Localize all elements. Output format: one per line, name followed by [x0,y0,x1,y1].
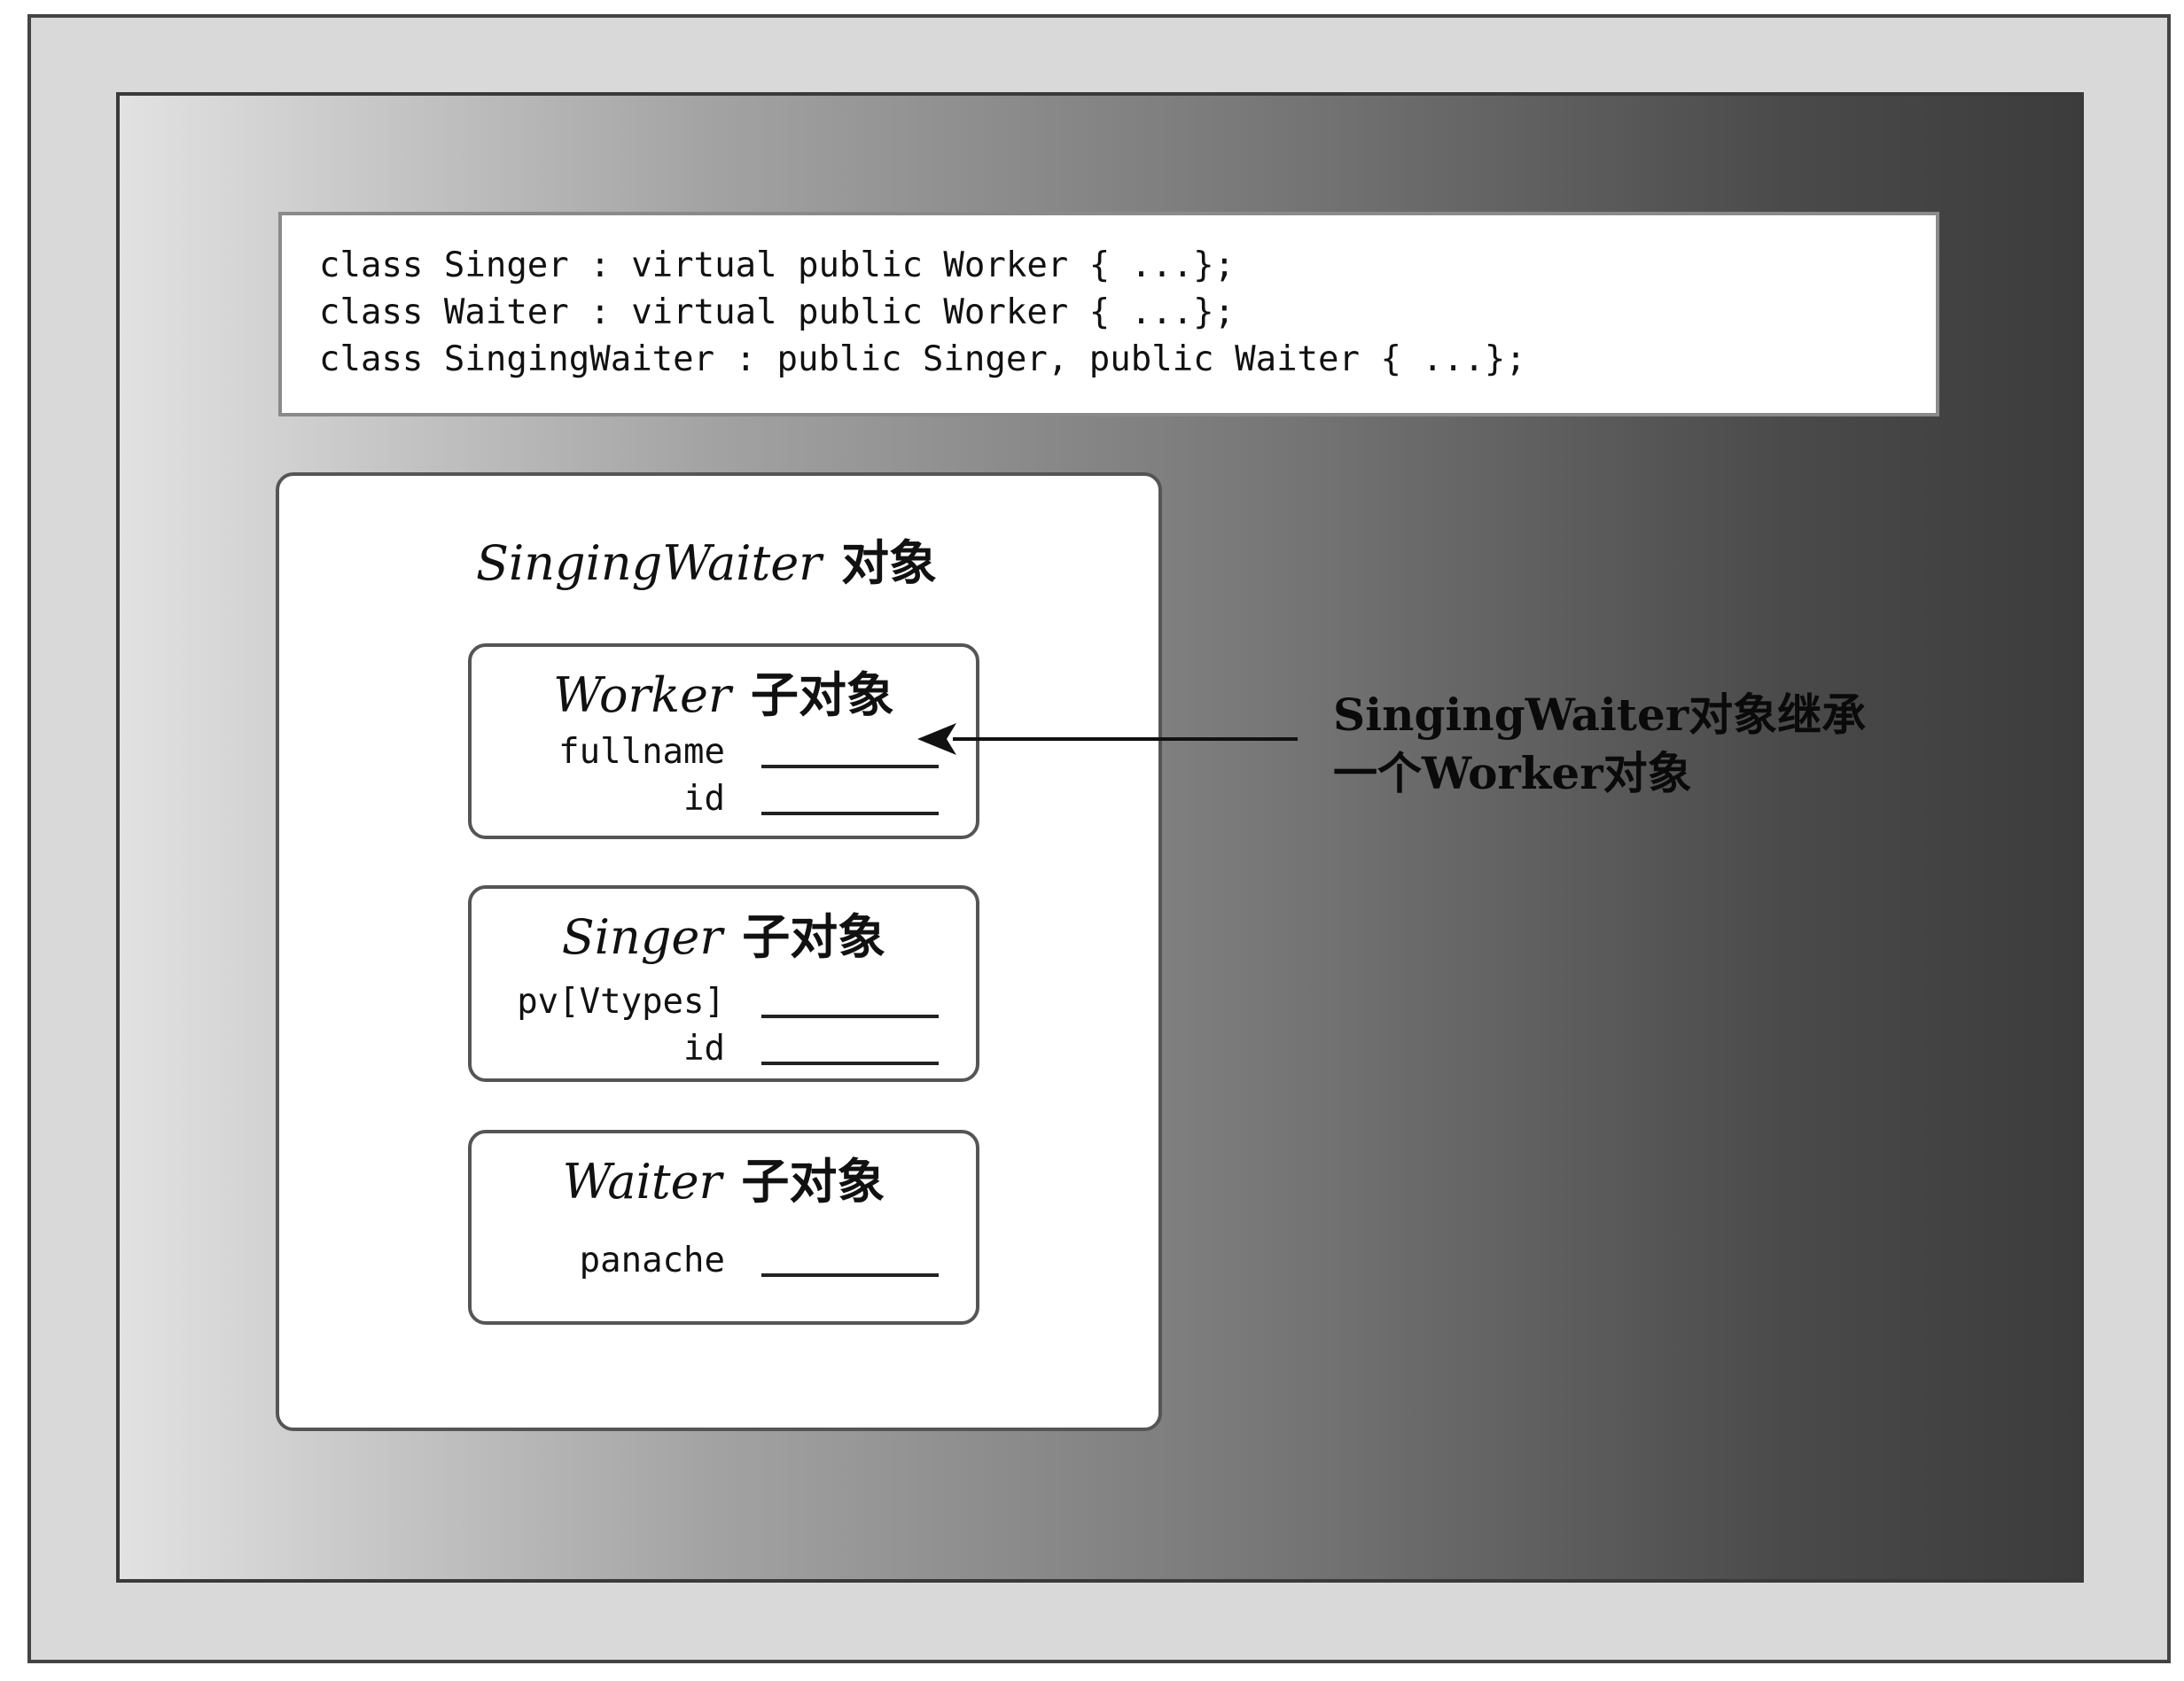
code-box: class Singer : virtual public Worker { .… [278,212,1939,416]
inheritance-annotation-line-1: SingingWaiter对象继承 [1333,689,1867,741]
singer-field-row-pv: pv[Vtypes] [472,978,976,1025]
worker-subobject-suffix: 子对象 [750,667,894,723]
waiter-field-row-panache: panache [472,1237,976,1284]
singer-field-pv: pv[Vtypes] [517,982,725,1022]
waiter-subobject-box: Waiter 子对象 panache [468,1130,979,1325]
worker-field-fullname: fullname [558,732,725,772]
waiter-field-panache-line [761,1273,939,1277]
code-line-waiter: class Waiter : virtual public Worker { .… [319,292,1236,332]
singer-subobject-box: Singer 子对象 pv[Vtypes] id [468,885,979,1082]
waiter-subobject-suffix: 子对象 [741,1154,885,1210]
worker-field-fullname-line [761,765,939,768]
inheritance-annotation: SingingWaiter对象继承 一个Worker对象 [1333,686,1866,803]
singer-class-name: Singer [561,909,723,965]
worker-subobject-title: Worker 子对象 [472,656,976,726]
singer-field-id-line [761,1062,939,1065]
singer-subobject-title: Singer 子对象 [472,898,976,968]
waiter-class-name: Waiter [562,1154,722,1210]
waiter-subobject-title: Waiter 子对象 [472,1142,976,1212]
singer-subobject-suffix: 子对象 [742,909,886,965]
worker-class-name: Worker [553,667,731,723]
singingwaiter-class-name: SingingWaiter [476,535,822,591]
singingwaiter-object-title: SingingWaiter 对象 [279,524,1158,594]
singingwaiter-object-box: SingingWaiter 对象 Worker 子对象 fullname id Si… [276,472,1162,1431]
worker-subobject-box: Worker 子对象 fullname id [468,643,979,839]
worker-field-id: id [683,779,725,819]
waiter-field-panache: panache [579,1241,725,1280]
worker-field-id-line [761,812,939,815]
singingwaiter-object-suffix: 对象 [840,535,937,591]
singer-field-row-id: id [472,1025,976,1072]
singer-field-pv-line [761,1015,939,1018]
inheritance-annotation-line-2: 一个Worker对象 [1333,747,1692,799]
code-line-singingwaiter: class SingingWaiter : public Singer, pub… [319,339,1526,379]
worker-field-row-fullname: fullname [472,728,976,775]
worker-field-row-id: id [472,775,976,822]
singer-field-id: id [683,1029,725,1069]
code-line-singer: class Singer : virtual public Worker { .… [319,245,1236,285]
